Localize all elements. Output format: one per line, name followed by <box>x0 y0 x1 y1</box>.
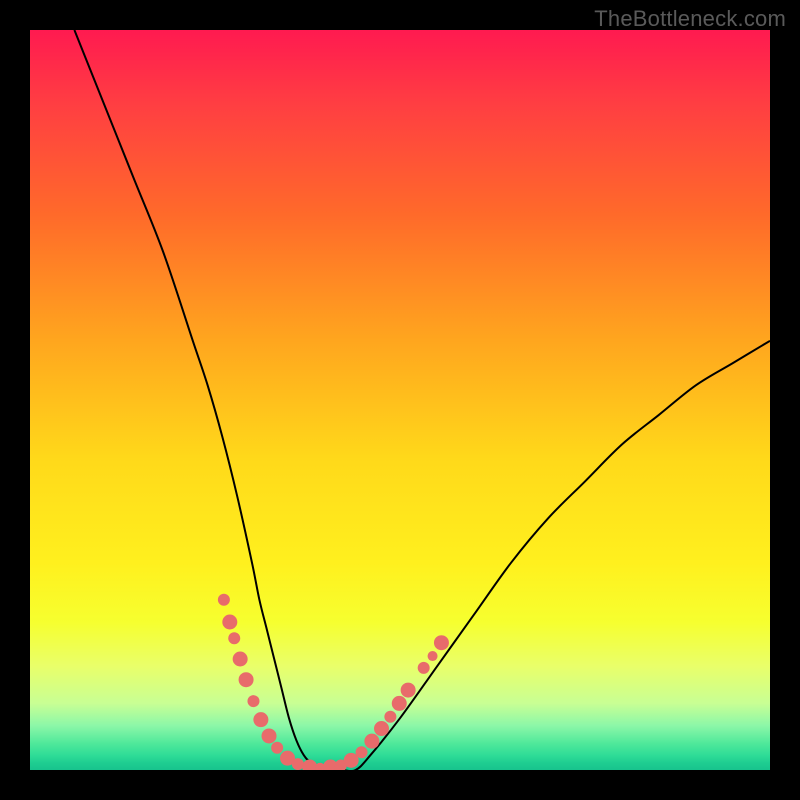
data-point <box>222 615 237 630</box>
data-point <box>218 594 230 606</box>
data-point <box>302 760 317 770</box>
data-point <box>364 734 379 749</box>
chart-svg <box>30 30 770 770</box>
watermark-text: TheBottleneck.com <box>594 6 786 32</box>
data-point <box>434 635 449 650</box>
data-markers <box>218 594 449 770</box>
data-point <box>233 652 248 667</box>
data-point <box>239 672 254 687</box>
data-point <box>356 746 368 758</box>
data-point <box>262 728 277 743</box>
data-point <box>418 662 430 674</box>
data-point <box>428 651 438 661</box>
data-point <box>271 742 283 754</box>
data-point <box>253 712 268 727</box>
data-point <box>228 632 240 644</box>
data-point <box>384 711 396 723</box>
data-point <box>401 683 416 698</box>
bottleneck-curve <box>74 30 770 770</box>
data-point <box>392 696 407 711</box>
data-point <box>292 758 304 770</box>
data-point <box>247 695 259 707</box>
plot-area <box>30 30 770 770</box>
data-point <box>374 721 389 736</box>
chart-container: TheBottleneck.com <box>0 0 800 800</box>
